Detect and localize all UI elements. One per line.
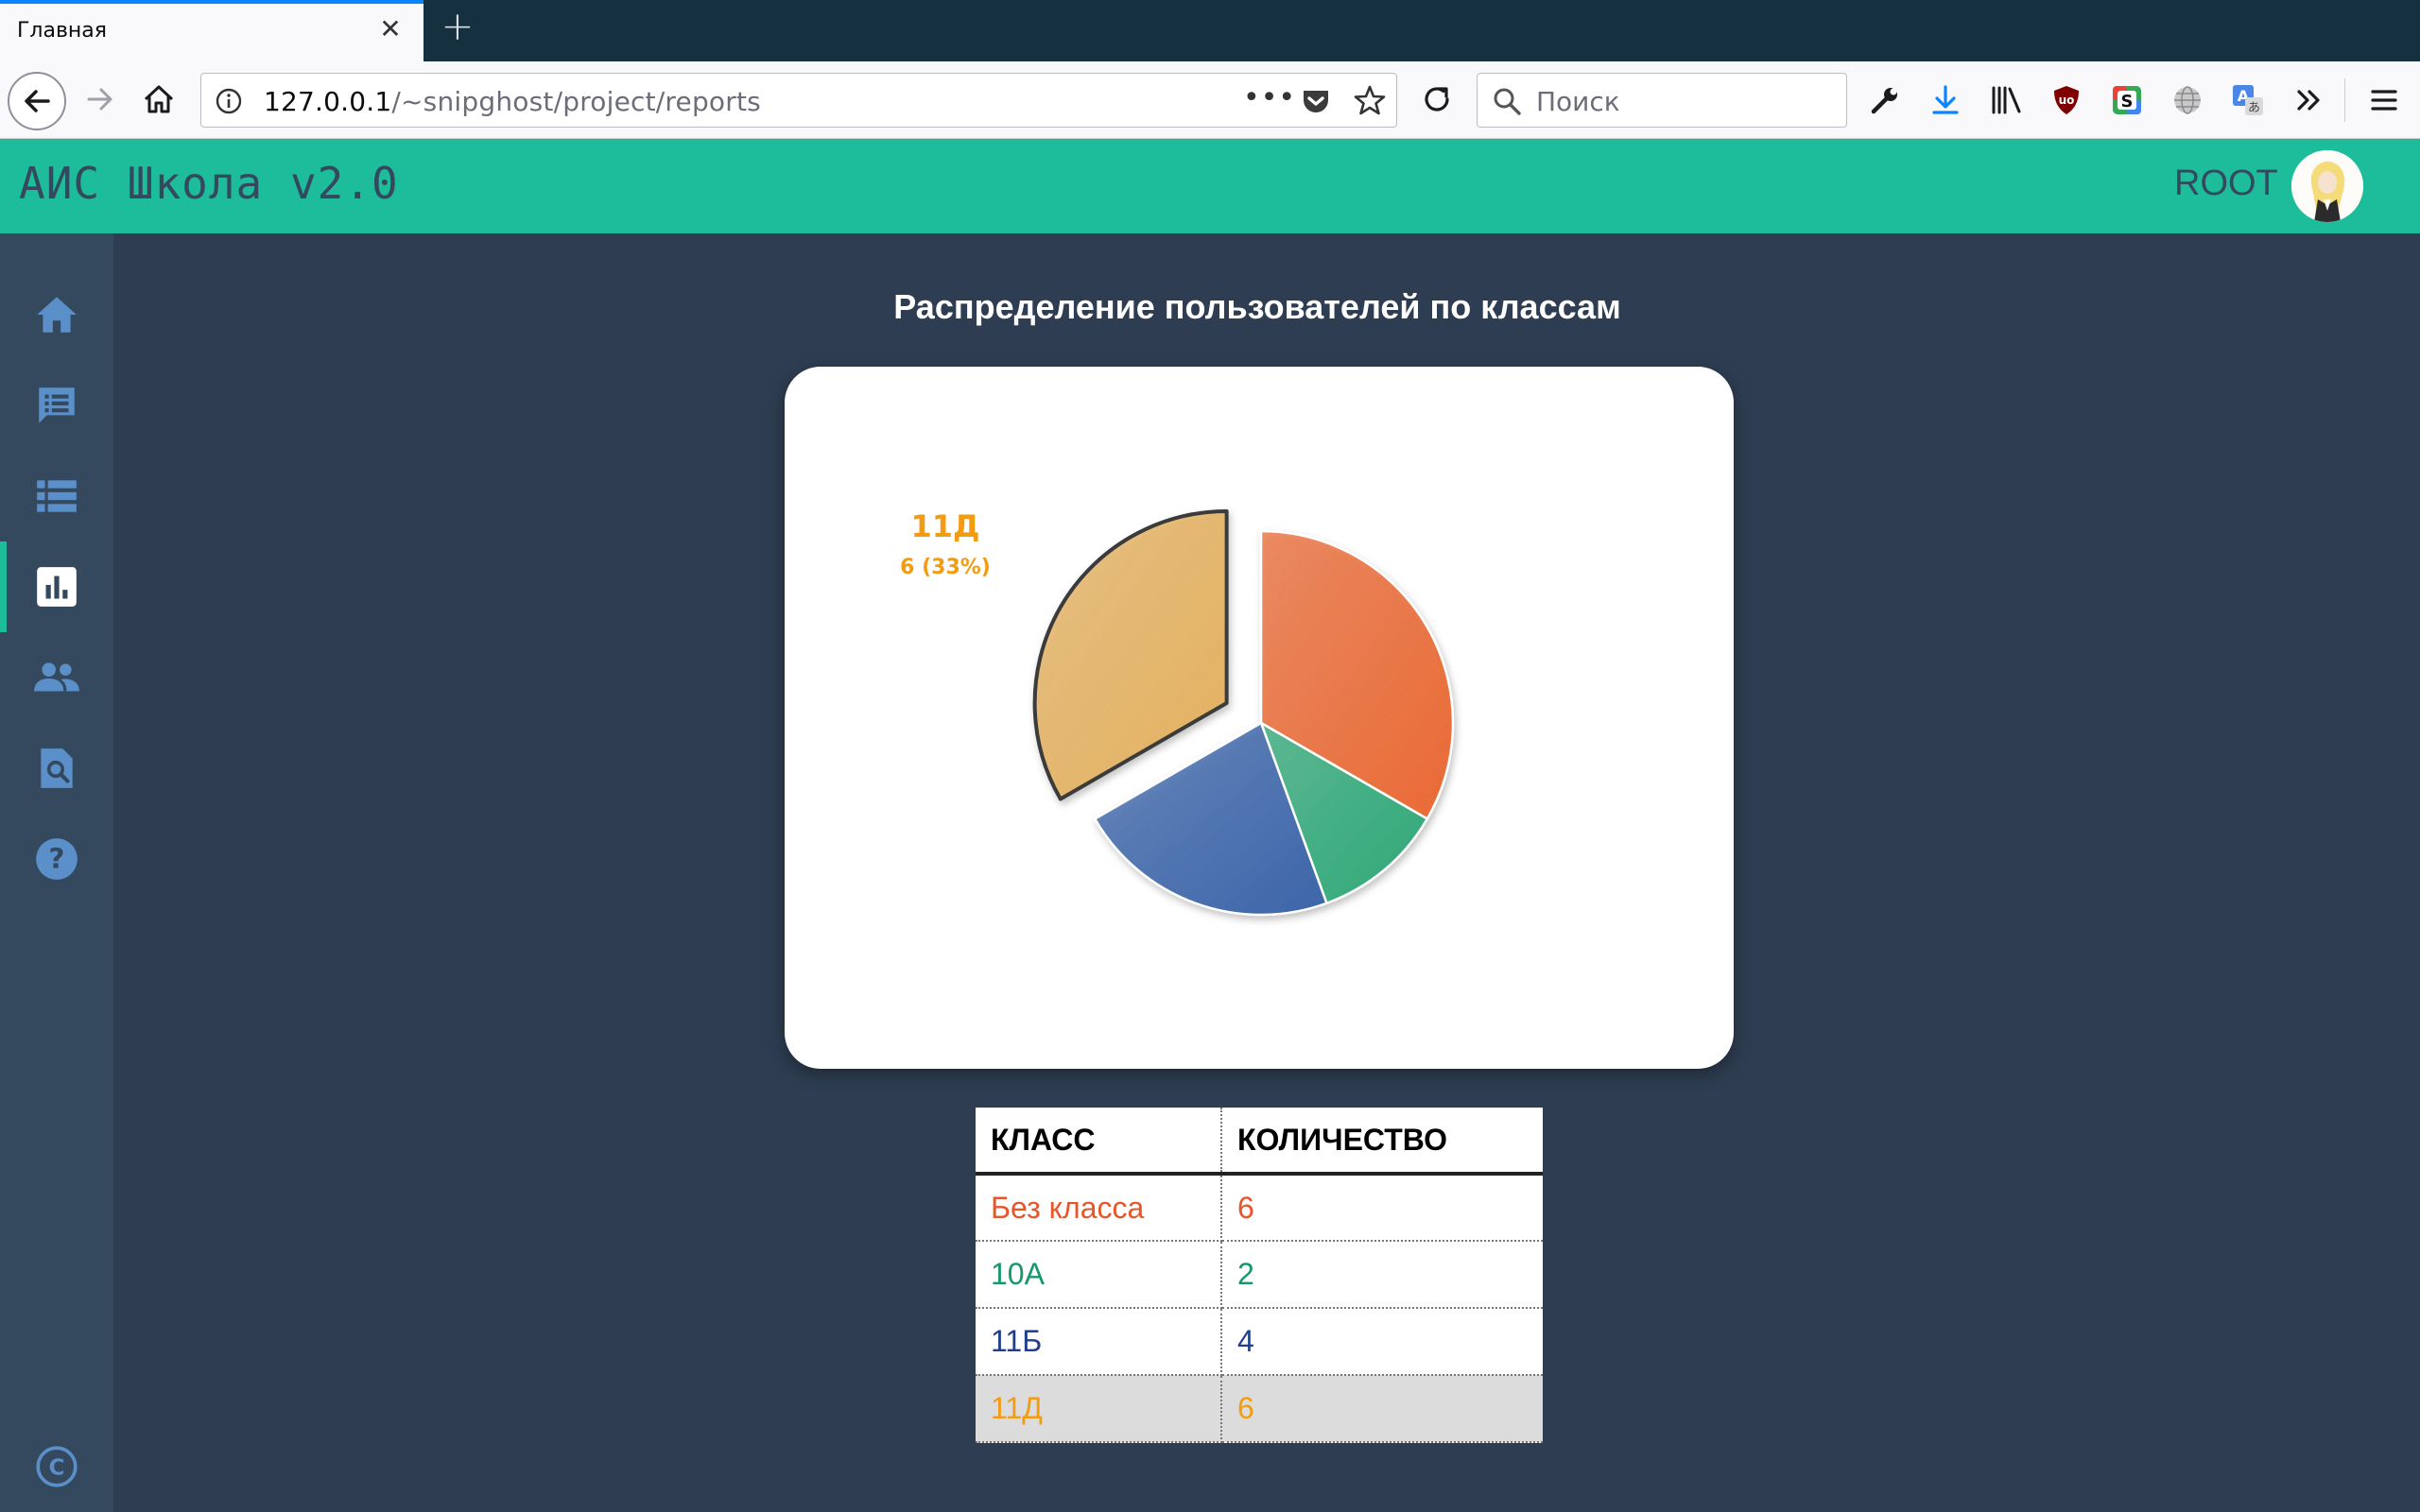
svg-text:S: S <box>2121 92 2134 112</box>
count-cell: 4 <box>1221 1308 1543 1376</box>
translate-icon: A あ <box>2233 85 2263 115</box>
search-document-icon <box>41 748 73 788</box>
users-icon <box>34 662 79 692</box>
reload-icon <box>1425 87 1449 112</box>
search-placeholder: Поиск <box>1536 86 1620 117</box>
count-cell: 6 <box>1221 1375 1543 1443</box>
toolbar-divider <box>2344 78 2345 122</box>
messages-icon <box>39 387 75 423</box>
library-icon <box>1992 86 2021 114</box>
search-icon <box>1494 88 1521 115</box>
copyright-icon: C <box>36 1446 78 1487</box>
sidebar-item-reports[interactable] <box>0 541 113 632</box>
browser-tab-bar: Главная ✕ + <box>0 0 2420 61</box>
translate-button[interactable]: A あ <box>2227 79 2269 121</box>
class-cell: 11Б <box>976 1308 1222 1376</box>
report-title: Распределение пользователей по классам <box>893 287 1621 326</box>
avatar[interactable] <box>2291 150 2363 222</box>
table-row[interactable]: Без класса 6 <box>976 1174 1543 1242</box>
tab-title: Главная <box>17 19 108 43</box>
user-name[interactable]: ROOT <box>2174 163 2278 204</box>
site-info-icon[interactable] <box>215 87 243 115</box>
pie-label-name: 11Д <box>910 508 979 544</box>
tools-wrench-button[interactable] <box>1864 79 1906 121</box>
url-host: 127.0.0.1 <box>264 86 392 117</box>
back-arrow-icon <box>25 90 50 112</box>
count-cell: 6 <box>1221 1174 1543 1242</box>
svg-text:uo: uo <box>2059 94 2075 107</box>
page-actions-icon[interactable]: ••• <box>1243 81 1296 114</box>
ublock-icon: uo <box>2054 86 2079 114</box>
help-icon: ? <box>36 838 78 880</box>
table-header-row: КЛАСС КОЛИЧЕСТВО <box>976 1108 1543 1176</box>
downloads-button[interactable] <box>1925 79 1966 121</box>
class-cell: 11Д <box>976 1375 1222 1443</box>
column-header-count[interactable]: КОЛИЧЕСТВО <box>1221 1108 1543 1176</box>
sidebar-item-search-documents[interactable] <box>0 723 113 814</box>
pie-label-value: 6 (33%) <box>900 556 991 579</box>
sidebar-item-messages[interactable] <box>0 360 113 451</box>
sidebar: ? C <box>0 233 113 1512</box>
sidebar-item-home[interactable] <box>0 269 113 360</box>
ublock-button[interactable]: uo <box>2046 79 2087 121</box>
hamburger-menu-icon <box>2371 90 2397 111</box>
pie-chart: 11Д 6 (33%) <box>900 508 1455 917</box>
home-button[interactable] <box>134 75 183 124</box>
globe-extension-button[interactable] <box>2167 79 2208 121</box>
back-button[interactable] <box>8 72 66 130</box>
search-bar[interactable]: Поиск <box>1477 73 1847 128</box>
sidebar-item-help[interactable]: ? <box>0 814 113 904</box>
globe-icon <box>2174 86 2201 114</box>
sidebar-item-users[interactable] <box>0 632 113 723</box>
new-tab-icon[interactable]: + <box>439 7 476 46</box>
column-header-class[interactable]: КЛАСС <box>976 1108 1222 1176</box>
svg-text:C: C <box>49 1455 65 1480</box>
reload-button[interactable] <box>1412 75 1461 124</box>
double-chevron-icon <box>2297 90 2320 111</box>
bookmark-star-icon[interactable] <box>1353 83 1387 117</box>
home-icon <box>37 297 77 333</box>
extension-s-button[interactable]: S <box>2106 79 2148 121</box>
wrench-icon <box>1871 88 1897 114</box>
forward-button[interactable] <box>76 75 125 124</box>
url-text[interactable]: 127.0.0.1/~snipghost/project/reports <box>264 86 761 117</box>
svg-text:?: ? <box>49 842 65 874</box>
chart-card: 11Д 6 (33%) <box>785 367 1734 1069</box>
reports-chart-icon <box>37 567 77 607</box>
address-bar[interactable]: 127.0.0.1/~snipghost/project/reports ••• <box>200 73 1397 128</box>
pie-slice-3[interactable] <box>1032 509 1229 801</box>
close-tab-icon[interactable]: ✕ <box>374 13 406 45</box>
home-icon <box>144 85 174 113</box>
list-icon <box>37 480 77 512</box>
main-menu-button[interactable] <box>2363 79 2405 121</box>
class-cell: Без класса <box>976 1174 1222 1242</box>
table-row[interactable]: 11Б 4 <box>976 1308 1543 1376</box>
pocket-icon[interactable] <box>1300 85 1332 117</box>
class-cell: 10А <box>976 1241 1222 1309</box>
extension-s-icon: S <box>2113 86 2141 114</box>
app-title[interactable]: АИС Школа v2.0 <box>19 158 399 209</box>
url-path: /~snipghost/project/reports <box>391 86 761 117</box>
download-icon <box>1932 85 1959 114</box>
svg-text:あ: あ <box>2248 101 2260 115</box>
browser-toolbar: 127.0.0.1/~snipghost/project/reports •••… <box>0 61 2420 139</box>
browser-tab[interactable]: Главная ✕ <box>0 0 424 61</box>
table-row[interactable]: 11Д 6 <box>976 1375 1543 1443</box>
sidebar-item-list[interactable] <box>0 451 113 541</box>
avatar-portrait-icon <box>2291 150 2363 222</box>
table-row[interactable]: 10А 2 <box>976 1241 1543 1309</box>
distribution-table: КЛАСС КОЛИЧЕСТВО Без класса 6 10А 2 11Б … <box>976 1108 1543 1443</box>
sidebar-item-copyright[interactable]: C <box>0 1421 113 1512</box>
forward-arrow-icon <box>87 88 112 111</box>
app-header: АИС Школа v2.0 ROOT <box>0 139 2420 233</box>
overflow-menu-button[interactable] <box>2288 79 2329 121</box>
count-cell: 2 <box>1221 1241 1543 1309</box>
library-button[interactable] <box>1985 79 2027 121</box>
